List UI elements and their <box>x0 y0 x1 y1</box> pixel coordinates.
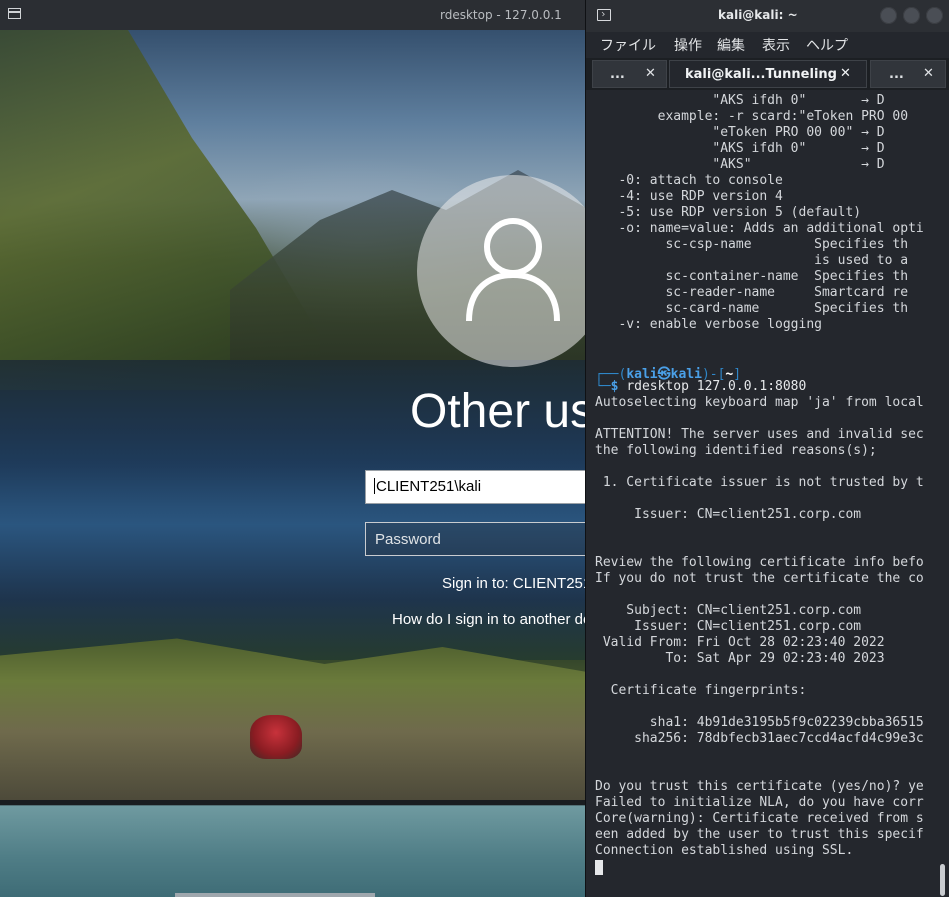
tab-3[interactable]: ... ✕ <box>870 60 946 88</box>
close-window-button[interactable] <box>926 7 943 24</box>
output-line: "eToken PRO 00 00" → D <box>595 125 885 140</box>
password-input[interactable]: Password <box>365 522 605 556</box>
tab-1[interactable]: ... ✕ <box>592 60 667 88</box>
username-value: CLIENT251\kali <box>376 478 482 495</box>
terminal-icon <box>597 9 611 21</box>
terminal-cursor <box>595 860 603 875</box>
tab-1-close-icon[interactable]: ✕ <box>645 66 656 81</box>
output-line: sc-csp-name Specifies th <box>595 237 909 252</box>
output-line: Do you trust this certificate (yes/no)? … <box>595 779 924 794</box>
terminal-tabbar: ... ✕ kali@kali...Tunneling ✕ ... ✕ <box>586 58 949 90</box>
output-line: een added by the user to trust this spec… <box>595 827 924 842</box>
output-line: example: -r scard:"eToken PRO 00 <box>595 109 909 124</box>
tab-2[interactable]: kali@kali...Tunneling ✕ <box>669 60 867 88</box>
output-line: ATTENTION! The server uses and invalid s… <box>595 427 924 442</box>
output-line: Review the following certificate info be… <box>595 555 924 570</box>
menu-file[interactable]: ファイル <box>600 35 656 55</box>
output-line: sc-reader-name Smartcard re <box>595 285 909 300</box>
output-line: Subject: CN=client251.corp.com <box>595 603 862 618</box>
user-icon <box>466 218 560 322</box>
tab-3-label: ... <box>889 67 904 82</box>
output-line: is used to a <box>595 253 909 268</box>
terminal-window: kali@kali: ~ ファイル 操作 編集 表示 ヘルプ ... ✕ kal… <box>585 0 949 897</box>
output-line: sc-card-name Specifies th <box>595 301 909 316</box>
output-line: -v: enable verbose logging <box>595 317 822 332</box>
output-line: "AKS ifdh 0" → D <box>595 93 885 108</box>
output-line: 1. Certificate issuer is not trusted by … <box>595 475 924 490</box>
maximize-button[interactable] <box>903 7 920 24</box>
tab-2-close-icon[interactable]: ✕ <box>840 66 851 81</box>
output-line: If you do not trust the certificate the … <box>595 571 924 586</box>
output-line: Issuer: CN=client251.corp.com <box>595 619 862 634</box>
prompt-command: rdesktop 127.0.0.1:8080 <box>626 379 807 394</box>
rdesktop-title: rdesktop - 127.0.0.1 <box>440 8 562 22</box>
background-backpack <box>250 715 302 759</box>
menu-actions[interactable]: 操作 <box>674 35 702 55</box>
text-caret <box>374 478 375 494</box>
output-line: Connection established using SSL. <box>595 843 854 858</box>
output-line: Valid From: Fri Oct 28 02:23:40 2022 <box>595 635 885 650</box>
output-line: To: Sat Apr 29 02:23:40 2023 <box>595 651 885 666</box>
terminal-scrollbar[interactable] <box>940 864 945 896</box>
horizontal-scrollbar[interactable] <box>175 893 375 897</box>
username-input[interactable]: CLIENT251\kali <box>365 470 605 504</box>
output-line: sha256: 78dbfecb31aec7ccd4acfd4c99e3c <box>595 731 924 746</box>
output-line: sc-container-name Specifies th <box>595 269 909 284</box>
terminal-menubar: ファイル 操作 編集 表示 ヘルプ <box>586 32 949 56</box>
output-line: "AKS ifdh 0" → D <box>595 141 885 156</box>
output-line: Certificate fingerprints: <box>595 683 807 698</box>
tab-3-close-icon[interactable]: ✕ <box>923 66 934 81</box>
terminal-output[interactable]: "AKS ifdh 0" → D example: -r scard:"eTok… <box>586 91 938 897</box>
output-line: Issuer: CN=client251.corp.com <box>595 507 862 522</box>
output-line: "AKS" → D <box>595 157 885 172</box>
output-line: Failed to initialize NLA, do you have co… <box>595 795 924 810</box>
output-line: -5: use RDP version 5 (default) <box>595 205 862 220</box>
menu-edit[interactable]: 編集 <box>717 35 745 55</box>
output-line: the following identified reasons(s); <box>595 443 877 458</box>
user-avatar <box>417 175 609 367</box>
tab-2-label: kali@kali...Tunneling <box>685 67 837 82</box>
output-line: Autoselecting keyboard map 'ja' from loc… <box>595 395 924 410</box>
menu-help[interactable]: ヘルプ <box>806 35 848 55</box>
minimize-button[interactable] <box>880 7 897 24</box>
output-line: Core(warning): Certificate received from… <box>595 811 924 826</box>
terminal-title: kali@kali: ~ <box>718 8 798 22</box>
output-line: -0: attach to console <box>595 173 783 188</box>
menu-view[interactable]: 表示 <box>762 35 790 55</box>
rdesktop-titlebar: rdesktop - 127.0.0.1 <box>0 0 590 30</box>
sign-in-domain-label: Sign in to: CLIENT251 <box>442 575 592 592</box>
terminal-titlebar: kali@kali: ~ <box>586 0 949 32</box>
tab-1-label: ... <box>610 67 625 82</box>
rdesktop-lower-area <box>0 800 590 897</box>
window-icon <box>8 8 21 19</box>
output-line: -o: name=value: Adds an additional opti <box>595 221 924 236</box>
output-line: -4: use RDP version 4 <box>595 189 783 204</box>
output-line: sha1: 4b91de3195b5f9c02239cbba36515 <box>595 715 924 730</box>
prompt-line-2: └─$ rdesktop 127.0.0.1:8080 <box>595 379 807 394</box>
